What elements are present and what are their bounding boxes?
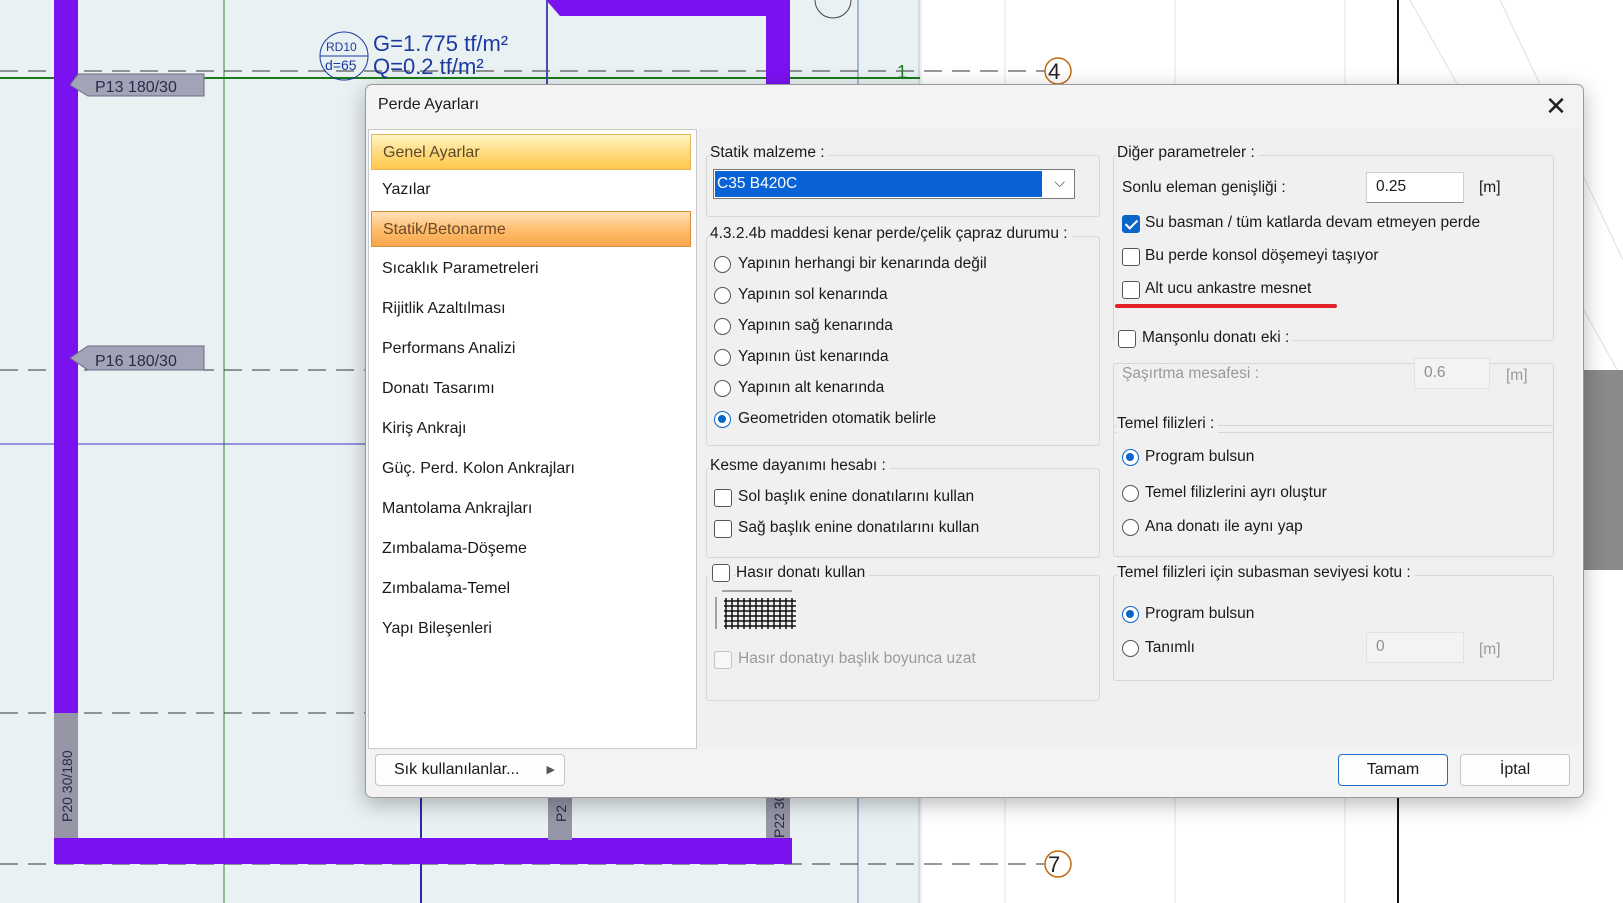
- subasman-label: Temel filizleri için subasman seviyesi k…: [1117, 564, 1415, 582]
- checkbox-konsol-label: Bu perde konsol döşemeyi taşıyor: [1145, 247, 1379, 264]
- nav-item-yazilar[interactable]: Yazılar: [371, 172, 691, 208]
- perde-ayarlari-dialog: Perde Ayarları ✕ Genel Ayarlar Yazılar S…: [365, 84, 1584, 798]
- nav-item-zimbalama-temel[interactable]: Zımbalama-Temel: [371, 571, 691, 607]
- red-underline-annotation: [1115, 304, 1337, 308]
- hasir-mesh-icon: [715, 590, 796, 629]
- p2x-tag: P2: [553, 805, 569, 822]
- nav-item-statik-betonarme[interactable]: Statik/Betonarme: [371, 211, 691, 247]
- radio-filiz-ana[interactable]: [1122, 519, 1139, 536]
- d-label: d=65: [325, 57, 357, 73]
- q-load-label: Q=0.2 tf/m²: [373, 54, 484, 79]
- radio-otomatik-label: Geometriden otomatik belirle: [738, 410, 937, 427]
- nav-item-zimbalama-doseme[interactable]: Zımbalama-Döşeme: [371, 531, 691, 567]
- checkbox-hasir-uzat-label: Hasır donatıyı başlık boyunca uzat: [738, 650, 976, 667]
- subasman-group: [1113, 575, 1554, 681]
- settings-content: Statik malzeme : C35 B420C ⌵ 4.3.2.4b ma…: [698, 129, 1580, 747]
- checkbox-su-basman-label: Su basman / tüm katlarda devam etmeyen p…: [1145, 214, 1481, 231]
- chevron-right-icon: ▶: [546, 764, 555, 776]
- chevron-down-icon: ⌵: [1054, 174, 1065, 190]
- nav-item-donati-tasarimi[interactable]: Donatı Tasarımı: [371, 371, 691, 407]
- radio-filiz-ayri-label: Temel filizlerini ayrı oluştur: [1145, 484, 1327, 501]
- axis-4-label: 4: [1048, 59, 1060, 84]
- kenar-perde-label: 4.3.2.4b maddesi kenar perde/çelik çapra…: [710, 225, 1072, 243]
- p22-tag: P22 30: [771, 793, 787, 838]
- axis-7-label: 7: [1048, 852, 1060, 877]
- sasirtma-input[interactable]: 0.6: [1414, 358, 1490, 389]
- nav-item-mantolama[interactable]: Mantolama Ankrajları: [371, 491, 691, 527]
- nav-item-rijitlik[interactable]: Rijitlik Azaltılması: [371, 291, 691, 327]
- p20-tag: P20 30/180: [59, 750, 75, 822]
- checkbox-su-basman[interactable]: [1122, 215, 1140, 233]
- kesme-group: [706, 468, 1100, 558]
- favorites-button[interactable]: Sık kullanılanlar... ▶: [375, 754, 565, 786]
- nav-item-genel-ayarlar[interactable]: Genel Ayarlar: [371, 134, 691, 170]
- cancel-button[interactable]: İptal: [1460, 754, 1570, 786]
- radio-subasman-program[interactable]: [1122, 606, 1139, 623]
- nav-item-kiris-ankraji[interactable]: Kiriş Ankrajı: [371, 411, 691, 447]
- sasirtma-unit: [m]: [1506, 367, 1528, 384]
- favorites-button-label: Sık kullanılanlar...: [394, 761, 520, 778]
- axis-1-label: 1: [897, 62, 907, 82]
- kesme-label: Kesme dayanımı hesabı :: [710, 457, 890, 475]
- checkbox-manson-label: Manşonlu donatı eki :: [1142, 329, 1294, 347]
- radio-alt-kenar-label: Yapının alt kenarında: [738, 379, 885, 396]
- checkbox-hasir[interactable]: [708, 560, 734, 586]
- radio-filiz-program[interactable]: [1122, 449, 1139, 466]
- statik-malzeme-label: Statik malzeme :: [710, 144, 829, 162]
- rd-label: RD10: [326, 40, 357, 54]
- radio-sag-kenar[interactable]: [714, 318, 731, 335]
- checkbox-sag-baslik[interactable]: [714, 520, 732, 538]
- ok-button[interactable]: Tamam: [1338, 754, 1448, 786]
- close-button[interactable]: ✕: [1537, 89, 1575, 123]
- checkbox-sol-baslik-label: Sol başlık enine donatılarını kullan: [738, 488, 975, 505]
- statik-malzeme-select[interactable]: C35 B420C ⌵: [713, 169, 1075, 199]
- checkbox-sol-baslik[interactable]: [714, 489, 732, 507]
- radio-filiz-ana-label: Ana donatı ile aynı yap: [1145, 518, 1303, 535]
- radio-otomatik[interactable]: [714, 411, 731, 428]
- radio-subasman-tanimli[interactable]: [1122, 640, 1139, 657]
- g-load-label: G=1.775 tf/m²: [373, 31, 508, 56]
- p13-tag: P13 180/30: [95, 79, 177, 96]
- dialog-title: Perde Ayarları: [378, 96, 480, 113]
- diger-label: Diğer parametreler :: [1117, 144, 1259, 162]
- checkbox-sag-baslik-label: Sağ başlık enine donatılarını kullan: [738, 519, 980, 536]
- radio-subasman-program-label: Program bulsun: [1145, 605, 1255, 622]
- radio-ust-kenar-label: Yapının üst kenarında: [738, 348, 889, 365]
- radio-alt-kenar[interactable]: [714, 380, 731, 397]
- checkbox-hasir-label: Hasır donatı kullan: [736, 564, 870, 582]
- checkbox-manson[interactable]: [1114, 326, 1140, 352]
- radio-sag-kenar-label: Yapının sağ kenarında: [738, 317, 893, 334]
- subasman-value-input[interactable]: 0: [1366, 632, 1464, 663]
- nav-item-sicaklik[interactable]: Sıcaklık Parametreleri: [371, 251, 691, 287]
- sasirtma-label: Şaşırtma mesafesi :: [1122, 365, 1259, 382]
- nav-item-yapi-bilesenleri[interactable]: Yapı Bileşenleri: [371, 611, 691, 647]
- sonlu-eleman-label: Sonlu eleman genişliği :: [1122, 179, 1286, 196]
- radio-herhangi-kenar[interactable]: [714, 256, 731, 273]
- statik-malzeme-value: C35 B420C: [715, 171, 1042, 197]
- nav-item-guc-perd-kolon[interactable]: Güç. Perd. Kolon Ankrajları: [371, 451, 691, 487]
- checkbox-ankastre-label: Alt ucu ankastre mesnet: [1145, 280, 1312, 297]
- nav-item-performans[interactable]: Performans Analizi: [371, 331, 691, 367]
- radio-filiz-ayri[interactable]: [1122, 485, 1139, 502]
- checkbox-hasir-uzat[interactable]: [714, 651, 732, 669]
- close-icon: ✕: [1545, 91, 1567, 121]
- subasman-unit: [m]: [1479, 641, 1501, 658]
- checkbox-ankastre[interactable]: [1122, 281, 1140, 299]
- radio-herhangi-kenar-label: Yapının herhangi bir kenarında değil: [738, 255, 987, 272]
- radio-filiz-program-label: Program bulsun: [1145, 448, 1255, 465]
- radio-ust-kenar[interactable]: [714, 349, 731, 366]
- settings-nav-list: Genel Ayarlar Yazılar Statik/Betonarme S…: [368, 129, 697, 749]
- sonlu-eleman-unit: [m]: [1479, 179, 1501, 196]
- radio-sol-kenar[interactable]: [714, 287, 731, 304]
- checkbox-konsol[interactable]: [1122, 248, 1140, 266]
- p16-tag: P16 180/30: [95, 353, 177, 370]
- radio-sol-kenar-label: Yapının sol kenarında: [738, 286, 888, 303]
- radio-subasman-tanimli-label: Tanımlı: [1145, 639, 1195, 656]
- sonlu-eleman-input[interactable]: 0.25: [1366, 172, 1464, 203]
- temel-filiz-label: Temel filizleri :: [1117, 415, 1219, 433]
